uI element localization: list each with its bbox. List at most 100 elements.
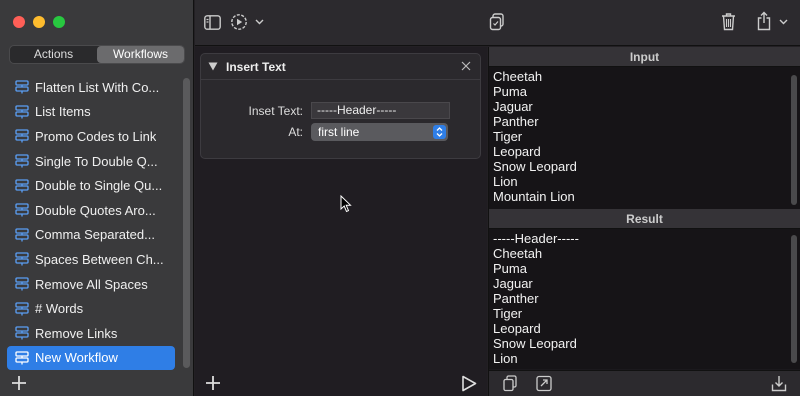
workflow-icon [15, 277, 29, 291]
close-window-button[interactable] [13, 16, 25, 28]
copy-result-icon[interactable] [503, 375, 517, 392]
text-line: Leopard [493, 144, 541, 159]
text-line: Lion [493, 174, 518, 189]
text-line: Puma [493, 261, 527, 276]
editor-bottom-bar [195, 370, 487, 396]
workflow-list-item[interactable]: Remove Links [7, 321, 175, 346]
action-title: Insert Text [226, 59, 286, 74]
input-header: Input [489, 47, 800, 67]
input-lines: Cheetah Puma Jaguar Panther Tiger Leopard Snow… [493, 69, 800, 204]
workflow-list: Flatten List With Co... List Items Promo C… [7, 75, 175, 371]
close-icon[interactable] [460, 60, 472, 72]
text-line: Snow Leopard [493, 159, 577, 174]
result-header: Result [489, 209, 800, 229]
workflow-list-item[interactable]: New Workflow [7, 345, 175, 371]
text-line: Leopard [493, 321, 541, 336]
tab-workflows[interactable]: Workflows [97, 46, 184, 63]
sidebar-toggle-icon[interactable] [204, 15, 221, 30]
mouse-cursor-icon [340, 195, 352, 213]
workflow-list-item-label: Remove Links [35, 325, 118, 341]
workflow-list-item[interactable]: Remove All Spaces [7, 272, 175, 297]
toolbar [195, 0, 800, 46]
io-bottom-bar [489, 370, 800, 396]
tab-actions[interactable]: Actions [10, 46, 97, 63]
action-card: Insert Text Inset Text: -----Header-----… [200, 53, 481, 159]
add-workflow-button[interactable] [10, 374, 28, 392]
text-line: Jaguar [493, 276, 533, 291]
workflow-list-item[interactable]: Comma Separated... [7, 223, 175, 248]
workflow-icon [15, 80, 29, 94]
workflow-list-item-label: Promo Codes to Link [35, 128, 157, 144]
workflow-list-item-label: New Workflow [35, 350, 118, 366]
workflow-icon [15, 179, 29, 193]
result-text-area[interactable]: -----Header----- Cheetah Puma Jaguar Panther… [489, 229, 800, 369]
text-line: Jaguar [493, 99, 533, 114]
at-position-select[interactable]: first line [311, 123, 448, 141]
workflow-list-item[interactable]: Promo Codes to Link [7, 124, 175, 149]
workflow-icon [15, 154, 29, 168]
inset-text-field[interactable]: -----Header----- [311, 102, 450, 119]
workflow-list-item-label: Double Quotes Aro... [35, 202, 156, 218]
add-action-button[interactable] [205, 375, 221, 391]
text-line: Tiger [493, 129, 523, 144]
workflow-list-item[interactable]: List Items [7, 100, 175, 125]
sidebar-segmented-control: Actions Workflows [9, 45, 185, 64]
workflow-list-item-label: Spaces Between Ch... [35, 251, 164, 267]
workflow-list-item-label: # Words [35, 301, 84, 317]
workflow-icon [15, 301, 29, 316]
text-line: Puma [493, 84, 527, 99]
select-arrows-icon [433, 125, 446, 139]
workflow-list-item-label: Flatten List With Co... [35, 79, 160, 95]
input-text-area[interactable]: Cheetah Puma Jaguar Panther Tiger Leopard Snow… [489, 67, 800, 209]
text-line: Cheetah [493, 69, 543, 84]
zoom-window-button[interactable] [53, 16, 65, 28]
workflow-list-item[interactable]: # Words [7, 296, 175, 321]
result-lines: -----Header----- Cheetah Puma Jaguar Panther… [493, 231, 800, 366]
share-chevron-down-icon[interactable] [779, 19, 788, 25]
workflow-list-item-label: List Items [35, 104, 91, 120]
text-line: Panther [493, 291, 539, 306]
text-line: -----Header----- [493, 231, 579, 246]
run-menu-icon[interactable] [230, 13, 248, 31]
text-line: Panther [493, 114, 539, 129]
inset-text-row: Inset Text: -----Header----- [201, 102, 450, 119]
workflow-list-item-label: Comma Separated... [35, 227, 155, 243]
share-icon[interactable] [757, 11, 771, 31]
workflow-icon [15, 351, 29, 365]
result-scrollbar[interactable] [791, 235, 797, 363]
replace-input-icon[interactable] [536, 375, 552, 392]
workflow-icon [15, 252, 29, 266]
workflow-list-item[interactable]: Spaces Between Ch... [7, 247, 175, 272]
download-icon[interactable] [771, 375, 787, 392]
workflow-list-item-label: Single To Double Q... [35, 153, 158, 169]
text-line: Mountain Lion [493, 189, 575, 204]
at-row: At: first line [201, 123, 448, 141]
workflow-icon [15, 105, 29, 119]
at-label: At: [288, 125, 303, 139]
text-line: Cheetah [493, 246, 543, 261]
workflow-list-item[interactable]: Flatten List With Co... [7, 75, 175, 100]
at-position-value: first line [318, 125, 360, 139]
workflow-list-item[interactable]: Single To Double Q... [7, 149, 175, 174]
workflow-list-item-label: Remove All Spaces [35, 276, 148, 292]
io-pane: Input Cheetah Puma Jaguar Panther Tiger Leopa… [488, 47, 800, 396]
workflow-icon [15, 203, 29, 217]
workflow-editor: Insert Text Inset Text: -----Header-----… [195, 47, 487, 396]
run-workflow-button[interactable] [461, 375, 477, 392]
workflow-list-item[interactable]: Double Quotes Aro... [7, 198, 175, 223]
window-controls [13, 16, 65, 28]
action-card-header: Insert Text [201, 54, 480, 80]
sidebar-scrollbar[interactable] [183, 78, 190, 368]
chevron-down-icon[interactable] [255, 19, 264, 25]
workflow-list-item-label: Double to Single Qu... [35, 178, 163, 194]
trash-icon[interactable] [721, 12, 736, 31]
input-scrollbar[interactable] [791, 75, 797, 205]
minimize-window-button[interactable] [33, 16, 45, 28]
inset-text-label: Inset Text: [248, 103, 303, 118]
workflow-list-item[interactable]: Double to Single Qu... [7, 173, 175, 198]
workflow-icon [15, 129, 29, 143]
duplicate-icon[interactable] [489, 13, 505, 31]
workflow-icon [15, 326, 29, 340]
disclosure-triangle-icon[interactable] [208, 62, 218, 71]
sidebar: Actions Workflows Flatten List With Co..… [0, 0, 194, 396]
